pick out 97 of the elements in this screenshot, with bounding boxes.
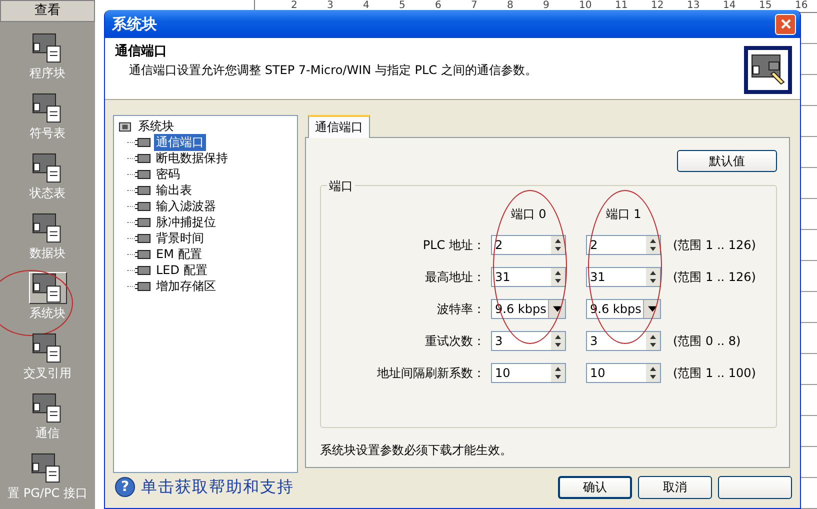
range-hint: (范围 1 .. 126) <box>673 236 757 254</box>
caret-icon <box>648 306 656 312</box>
ruler-number: 4 <box>363 0 370 12</box>
spin-arrows-icon <box>551 332 565 350</box>
range-hint: (范围 1 .. 126) <box>673 268 757 286</box>
tree-item[interactable]: 输出表 <box>154 182 194 198</box>
spin-arrows-icon <box>551 364 565 382</box>
ruler-number: 15 <box>759 0 773 12</box>
field-label: 最高地址： <box>424 268 485 286</box>
spin-field[interactable]: 3 <box>586 331 661 351</box>
tree-item[interactable]: 通信端口 <box>154 134 206 150</box>
module-icon <box>135 232 151 244</box>
ruler-number: 10 <box>579 0 593 12</box>
spin-field[interactable]: 2 <box>491 235 566 255</box>
caret-icon <box>552 306 562 312</box>
nav-label: 程序块 <box>30 65 66 82</box>
module-icon <box>135 248 151 260</box>
ruler-number: 7 <box>471 0 478 12</box>
spin-field[interactable]: 31 <box>586 267 661 287</box>
dialog-button[interactable]: 确认 <box>558 476 632 498</box>
module-icon <box>32 333 64 363</box>
spin-field[interactable]: 10 <box>491 363 566 383</box>
field-label: 波特率： <box>436 300 485 318</box>
dialog-button[interactable] <box>718 476 792 498</box>
section-heading: 通信端口 <box>115 43 168 60</box>
dialog-button[interactable]: 取消 <box>638 476 712 498</box>
module-icon <box>32 273 64 303</box>
window-title: 系统块 <box>112 14 157 34</box>
tree-item[interactable]: EM 配置 <box>154 246 204 262</box>
module-icon <box>135 168 151 180</box>
module-icon <box>32 393 64 423</box>
module-icon <box>32 93 64 123</box>
spin-field[interactable]: 2 <box>586 235 661 255</box>
ruler-number: 6 <box>435 0 442 12</box>
tree-item[interactable]: 断电数据保持 <box>154 150 230 166</box>
module-icon <box>135 184 151 196</box>
nav-label: 状态表 <box>30 185 66 202</box>
tree-item[interactable]: 密码 <box>154 166 182 182</box>
view-header: 查看 <box>0 0 95 22</box>
tab[interactable]: 通信端口 <box>308 115 370 138</box>
column-heading: 端口 0 <box>510 207 546 221</box>
module-icon <box>32 33 64 63</box>
default-button[interactable]: 默认值 <box>677 150 777 172</box>
module-icon <box>135 200 151 212</box>
spin-arrows-icon <box>551 236 565 254</box>
spin-arrows-icon <box>646 364 660 382</box>
close-icon <box>780 18 792 30</box>
ruler-number: 5 <box>399 0 406 12</box>
field-label: 地址间隔刷新系数： <box>376 364 485 382</box>
range-hint: (范围 0 .. 8) <box>673 332 742 350</box>
ruler-number: 13 <box>687 0 701 12</box>
ruler-number: 12 <box>651 0 665 12</box>
note-text: 系统块设置参数必须下载才能生效。 <box>320 442 513 459</box>
module-icon <box>32 153 64 183</box>
ruler-number: 2 <box>291 0 298 12</box>
section-description: 通信端口设置允许您调整 STEP 7-Micro/WIN 与指定 PLC 之间的通信参数。 <box>128 62 537 79</box>
ruler-number: 11 <box>615 0 629 12</box>
ruler-number: 16 <box>795 0 809 12</box>
module-icon <box>135 264 151 276</box>
nav-label: 置 PG/PC 接口 <box>8 485 88 502</box>
help-icon[interactable]: ? <box>115 477 135 497</box>
spin-arrows-icon <box>646 236 660 254</box>
system-block-icon <box>744 46 792 94</box>
folder-icon <box>117 120 133 132</box>
help-link[interactable]: 单击获取帮助和支持 <box>141 476 294 498</box>
nav-label: 交叉引用 <box>24 365 72 382</box>
ruler-number: 8 <box>507 0 514 12</box>
field-label: PLC 地址： <box>422 236 485 254</box>
spin-field[interactable]: 31 <box>491 267 566 287</box>
ruler-number: 3 <box>327 0 334 12</box>
nav-label: 数据块 <box>30 245 66 262</box>
spin-arrows-icon <box>646 332 660 350</box>
nav-label: 系统块 <box>30 305 66 322</box>
spin-arrows-icon <box>551 268 565 286</box>
nav-label: 符号表 <box>30 125 66 142</box>
tree-item[interactable]: 脉冲捕捉位 <box>154 214 218 230</box>
nav-label: 通信 <box>36 425 60 442</box>
module-icon <box>135 216 151 228</box>
tree-item[interactable]: LED 配置 <box>154 262 210 278</box>
spin-field[interactable]: 10 <box>586 363 661 383</box>
module-icon <box>135 152 151 164</box>
module-icon <box>135 136 151 148</box>
field-label: 重试次数： <box>424 332 485 350</box>
module-icon <box>32 213 64 243</box>
tree-root[interactable]: 系统块 <box>136 118 176 134</box>
tree-item[interactable]: 背景时间 <box>154 230 206 246</box>
ruler-number: 9 <box>543 0 550 12</box>
spin-field[interactable]: 3 <box>491 331 566 351</box>
module-icon <box>135 280 151 292</box>
tree-item[interactable]: 增加存储区 <box>154 278 218 294</box>
ruler-number: 14 <box>723 0 737 12</box>
tree-item[interactable]: 输入滤波器 <box>154 198 218 214</box>
range-hint: (范围 1 .. 100) <box>673 364 757 382</box>
column-heading: 端口 1 <box>606 207 642 221</box>
spin-arrows-icon <box>646 268 660 286</box>
close-button[interactable] <box>775 14 796 34</box>
nav-item[interactable] <box>28 272 66 304</box>
